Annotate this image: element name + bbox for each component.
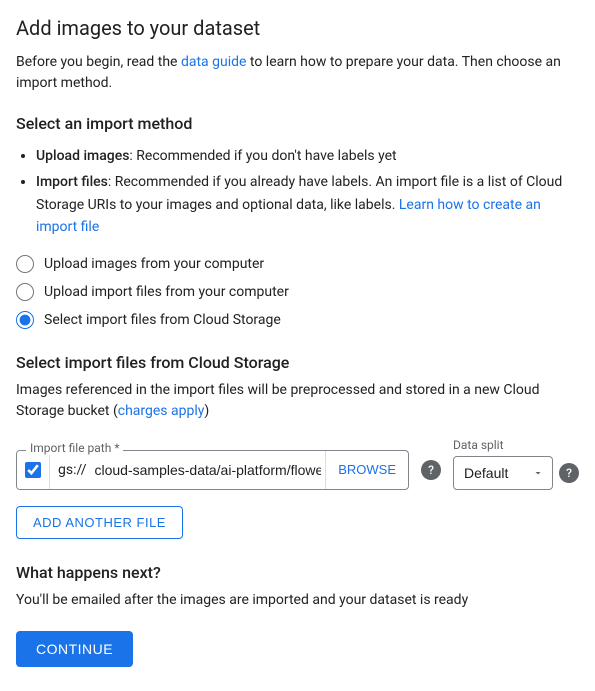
cloud-storage-desc: Images referenced in the import files wi… [16, 380, 579, 422]
file-path-container: Import file path * gs:// BROWSE [16, 450, 409, 490]
import-form-row: Import file path * gs:// BROWSE ? Data s… [16, 438, 579, 490]
file-path-checkbox-area [17, 451, 50, 489]
file-path-label: Import file path * [26, 441, 123, 455]
data-split-label: Data split [453, 438, 579, 452]
radio-upload-import-files-input[interactable] [16, 283, 34, 301]
file-path-input[interactable] [91, 462, 326, 478]
file-path-checkbox[interactable] [25, 462, 41, 478]
radio-upload-import-files-label: Upload import files from your computer [44, 284, 289, 300]
import-method-radio-group: Upload images from your computer Upload … [16, 255, 579, 329]
charges-apply-link[interactable]: charges apply [118, 403, 205, 419]
data-split-help-icon[interactable]: ? [559, 463, 579, 483]
radio-upload-images[interactable]: Upload images from your computer [16, 255, 579, 273]
select-method-title: Select an import method [16, 114, 579, 133]
radio-cloud-storage-input[interactable] [16, 311, 34, 329]
data-guide-link[interactable]: data guide [181, 54, 246, 70]
continue-button[interactable]: CONTINUE [16, 631, 133, 667]
radio-upload-images-label: Upload images from your computer [44, 256, 264, 272]
data-split-select-wrapper: Default Manual Random ? [453, 456, 579, 490]
radio-upload-import-files[interactable]: Upload import files from your computer [16, 283, 579, 301]
what-next-title: What happens next? [16, 563, 579, 582]
add-another-file-button[interactable]: ADD ANOTHER FILE [16, 506, 183, 539]
browse-button[interactable]: BROWSE [325, 451, 408, 489]
bullet-import-files: Import files: Recommended if you already… [36, 171, 579, 238]
what-next-desc: You'll be emailed after the images are i… [16, 590, 579, 611]
page-title: Add images to your dataset [16, 16, 579, 40]
bullet-upload-images: Upload images: Recommended if you don't … [36, 145, 579, 167]
cloud-storage-section-title: Select import files from Cloud Storage [16, 353, 579, 372]
file-path-input-wrapper: gs:// BROWSE [16, 450, 409, 490]
radio-cloud-storage-label: Select import files from Cloud Storage [44, 312, 281, 328]
gs-prefix-label: gs:// [50, 462, 91, 478]
import-method-bullets: Upload images: Recommended if you don't … [36, 145, 579, 239]
file-path-help-icon[interactable]: ? [421, 460, 441, 480]
intro-text: Before you begin, read the data guide to… [16, 52, 579, 94]
radio-cloud-storage[interactable]: Select import files from Cloud Storage [16, 311, 579, 329]
radio-upload-images-input[interactable] [16, 255, 34, 273]
data-split-select[interactable]: Default Manual Random [453, 456, 553, 490]
data-split-container: Data split Default Manual Random ? [453, 438, 579, 490]
